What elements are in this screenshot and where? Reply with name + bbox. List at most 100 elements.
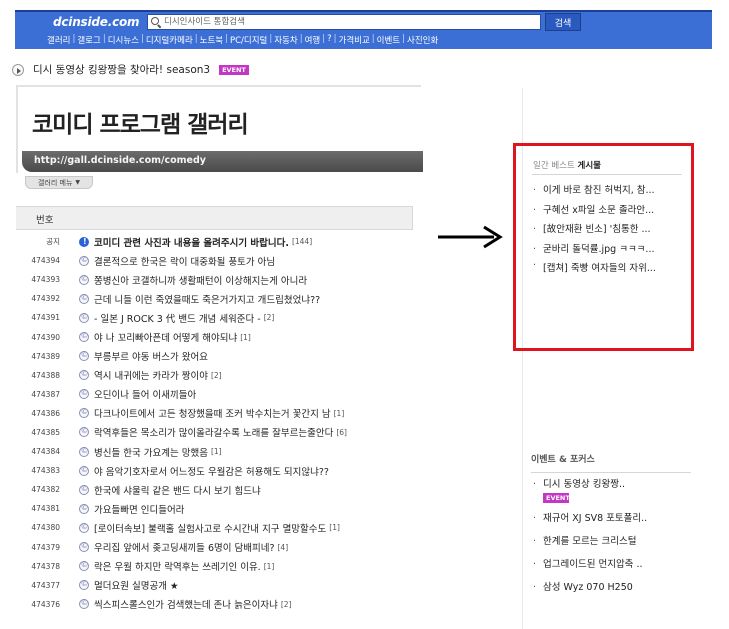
table-row[interactable]: 474376 씩스피스롤스인가 검색했는데 존나 늙은이자냐 [2] bbox=[16, 595, 416, 614]
post-title[interactable]: 락은 우월 하지만 락역후는 쓰레기인 이유. bbox=[94, 559, 261, 573]
event-focus-box: 이벤트 & 포커스 디시 동영상 킹왕짱.. EVENT 재규어 XJ SV8 … bbox=[531, 452, 691, 604]
table-row[interactable]: 474394 결론적으로 한국은 락이 대중화될 풍토가 아님 bbox=[16, 251, 416, 270]
nav-item[interactable]: 사진인화 bbox=[405, 34, 440, 46]
nav-item[interactable]: 이벤트 bbox=[375, 34, 402, 46]
nav-item[interactable]: PC/디지털 bbox=[228, 34, 269, 46]
post-title[interactable]: 멀더요원 실명공개 ★ bbox=[94, 578, 178, 592]
list-item-label[interactable]: 디시 동영상 킹왕짱.. bbox=[543, 479, 625, 490]
comment-count: [2] bbox=[210, 370, 222, 380]
nav-item[interactable]: 노트북 bbox=[198, 34, 225, 46]
nav-item[interactable]: 가격비교 bbox=[337, 34, 372, 46]
table-row[interactable]: 474384 병신들 한국 가요계는 망했음 [1] bbox=[16, 442, 416, 461]
table-row[interactable]: 474382 한국에 샤울릭 같은 밴드 다시 보기 힘드냐 bbox=[16, 480, 416, 499]
post-type-icon bbox=[79, 503, 89, 514]
gallery-menu-button[interactable]: 갤러리 메뉴 ▼ bbox=[25, 176, 93, 189]
table-row[interactable]: 474378 락은 우월 하지만 락역후는 쓰레기인 이유. [1] bbox=[16, 557, 416, 576]
nav-item[interactable]: 갤로그 bbox=[75, 34, 102, 46]
chevron-down-icon: ▼ bbox=[75, 179, 81, 186]
table-row[interactable]: 474383 야 음악기호자로서 어느정도 우월감은 허용해도 되지않냐?? bbox=[16, 461, 416, 480]
post-title[interactable]: 락역후들은 목소리가 많이올라갈수록 노래를 잘부르는줄안다 bbox=[94, 425, 333, 439]
post-title[interactable]: 씩스피스롤스인가 검색했는데 존나 늙은이자냐 bbox=[94, 597, 278, 611]
table-row[interactable]: 474379 우리집 앞에서 좆고딩새끼들 6명이 담배피네? [4] bbox=[16, 538, 416, 557]
post-title[interactable]: 야 나 꼬리빠아픈데 어떻게 해야되냐 bbox=[94, 330, 237, 344]
post-title[interactable]: 야 음악기호자로서 어느정도 우월감은 허용해도 되지않냐?? bbox=[94, 464, 329, 478]
column-header-number: 번호 bbox=[36, 215, 54, 226]
nav-item[interactable]: 디지털카메라 bbox=[144, 34, 195, 46]
post-type-icon bbox=[79, 522, 89, 533]
event-notice[interactable]: 디시 동영상 킹왕짱을 찾아라! season3 EVENT bbox=[12, 62, 249, 77]
post-number: 474377 bbox=[31, 580, 60, 590]
comment-count: [4] bbox=[277, 542, 289, 552]
nav-item[interactable]: 디시뉴스 bbox=[106, 34, 141, 46]
post-type-icon bbox=[79, 541, 89, 553]
table-row[interactable]: 474387 오딘이나 들어 이새끼들아 bbox=[16, 385, 416, 404]
table-row[interactable]: 474386 다크나이트에서 고든 청장했을때 조커 박수치는거 꽃간지 남 [… bbox=[16, 404, 416, 423]
post-title[interactable]: 한국에 샤울릭 같은 밴드 다시 보기 힘드냐 bbox=[94, 483, 261, 497]
list-item[interactable]: [故안재환 빈소] '침통한 ... bbox=[532, 220, 680, 240]
list-item[interactable]: 재규어 XJ SV8 포토폴리.. bbox=[531, 512, 691, 526]
list-item[interactable]: 굳바리 돌덕률.jpg ㅋㅋㅋ... bbox=[532, 240, 680, 260]
daily-best-title-prefix: 일간 베스트 bbox=[533, 161, 575, 171]
nav-item[interactable]: ? bbox=[325, 34, 334, 46]
post-number: 474389 bbox=[31, 351, 60, 361]
search-button[interactable]: 검색 bbox=[545, 13, 581, 31]
table-row[interactable]: 474381 가요들빠면 인디들어라 bbox=[16, 499, 416, 518]
post-title[interactable]: 근데 니들 이런 죽였을때도 죽은거가지고 개드립쳤었냐?? bbox=[94, 292, 320, 306]
table-row[interactable]: 474390 야 나 꼬리빠아픈데 어떻게 해야되냐 [1] bbox=[16, 327, 416, 346]
post-type-icon bbox=[79, 484, 89, 495]
post-number: 474382 bbox=[31, 485, 60, 495]
page-title: 코미디 프로그램 갤러리 bbox=[32, 112, 249, 138]
search-input[interactable] bbox=[162, 15, 532, 29]
event-notice-text[interactable]: 디시 동영상 킹왕짱을 찾아라! season3 bbox=[33, 62, 210, 77]
post-title[interactable]: 병신들 한국 가요계는 망했음 bbox=[94, 445, 208, 459]
post-type-icon bbox=[79, 446, 89, 457]
list-item[interactable]: 업그레이드된 먼지압축 .. bbox=[531, 558, 691, 572]
search-box[interactable] bbox=[147, 14, 541, 30]
list-header: 번호 bbox=[16, 206, 413, 230]
post-number: 474386 bbox=[31, 408, 60, 418]
gallery-url-bar: http://gall.dcinside.com/comedy bbox=[22, 151, 423, 172]
post-title[interactable]: 코미디 관련 사진과 내용을 올려주시기 바랍니다. bbox=[94, 235, 289, 249]
list-item[interactable]: 한계를 모르는 크리스털 bbox=[531, 535, 691, 549]
post-title[interactable]: 가요들빠면 인디들어라 bbox=[94, 502, 184, 516]
post-number: 474381 bbox=[31, 504, 60, 514]
table-row[interactable]: 474389 부릉부르 야동 버스가 왔어요 bbox=[16, 347, 416, 366]
list-item[interactable]: 삼성 Wyz 070 H250 bbox=[531, 581, 691, 595]
list-item[interactable]: [캡쳐] 죽빵 여자들의 자위... bbox=[532, 259, 680, 276]
table-row[interactable]: 474391 - 일본 J ROCK 3 代 밴드 개념 세워준다 - [2] bbox=[16, 308, 416, 327]
table-row[interactable]: 474385 락역후들은 목소리가 많이올라갈수록 노래를 잘부르는줄안다 [6… bbox=[16, 423, 416, 442]
post-list: 공지 코미디 관련 사진과 내용을 올려주시기 바랍니다. [144] 4743… bbox=[16, 232, 416, 614]
list-item[interactable]: 구혜선 x파일 소문 졸라안... bbox=[532, 201, 680, 221]
table-row[interactable]: 474377 멀더요원 실명공개 ★ bbox=[16, 576, 416, 595]
post-number: 474392 bbox=[31, 294, 60, 304]
post-title[interactable]: 다크나이트에서 고든 청장했을때 조커 박수치는거 꽃간지 남 bbox=[94, 406, 331, 420]
notice-row[interactable]: 공지 코미디 관련 사진과 내용을 올려주시기 바랍니다. [144] bbox=[16, 232, 416, 251]
list-item[interactable]: 디시 동영상 킹왕짱.. EVENT bbox=[531, 478, 691, 503]
gallery-header: 코미디 프로그램 갤러리 http://gall.dcinside.com/co… bbox=[16, 85, 423, 173]
table-row[interactable]: 474392 근데 니들 이런 죽였을때도 죽은거가지고 개드립쳤었냐?? bbox=[16, 289, 416, 308]
table-row[interactable]: 474393 쫑병신아 코갤하니까 생활패턴이 이상해지는게 아니라 bbox=[16, 270, 416, 289]
search-icon bbox=[151, 16, 162, 28]
post-title[interactable]: 쫑병신아 코갤하니까 생활패턴이 이상해지는게 아니라 bbox=[94, 273, 307, 287]
post-title[interactable]: 우리집 앞에서 좆고딩새끼들 6명이 담배피네? bbox=[94, 540, 275, 554]
list-item[interactable]: 이게 바로 참진 허벅지, 참... bbox=[532, 181, 680, 201]
post-title[interactable]: 결론적으로 한국은 락이 대중화될 풍토가 아님 bbox=[94, 254, 275, 268]
post-number: 474388 bbox=[31, 370, 60, 380]
post-type-icon bbox=[79, 369, 89, 381]
nav-item[interactable]: 자동차 bbox=[272, 34, 299, 46]
post-type-icon bbox=[79, 293, 89, 304]
nav-item[interactable]: 갤러리 bbox=[45, 34, 72, 46]
gallery-url[interactable]: http://gall.dcinside.com/comedy bbox=[34, 155, 206, 166]
site-logo[interactable]: dcinside.com bbox=[53, 15, 140, 30]
table-row[interactable]: 474380 [로이터속보] 불랙홀 실험사고로 수시간내 지구 멸망할수도 [… bbox=[16, 518, 416, 537]
nav-item[interactable]: 여행 bbox=[303, 34, 323, 46]
post-title[interactable]: [로이터속보] 불랙홀 실험사고로 수시간내 지구 멸망할수도 bbox=[94, 521, 326, 535]
post-number: 474391 bbox=[31, 313, 60, 323]
post-title[interactable]: - 일본 J ROCK 3 代 밴드 개념 세워준다 - bbox=[94, 311, 261, 325]
post-title[interactable]: 부릉부르 야동 버스가 왔어요 bbox=[94, 349, 208, 363]
event-focus-list: 디시 동영상 킹왕짱.. EVENT 재규어 XJ SV8 포토폴리.. 한계를… bbox=[531, 478, 691, 595]
table-row[interactable]: 474388 역시 내귀에는 카라가 짱이야 [2] bbox=[16, 366, 416, 385]
post-title[interactable]: 오딘이나 들어 이새끼들아 bbox=[94, 387, 196, 401]
post-title[interactable]: 역시 내귀에는 카라가 짱이야 bbox=[94, 368, 208, 382]
event-badge: EVENT bbox=[219, 64, 249, 75]
